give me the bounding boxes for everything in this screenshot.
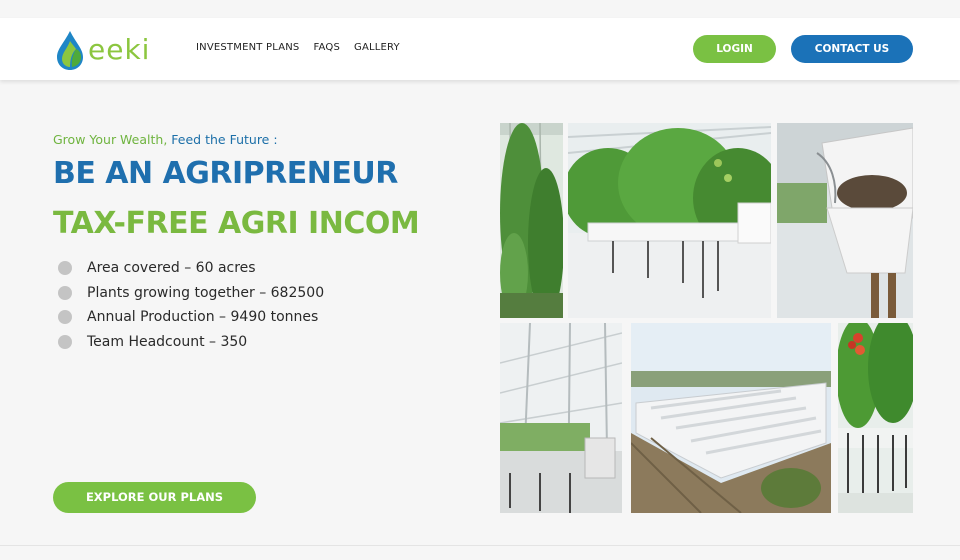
nav-gallery[interactable]: GALLERY [354,42,400,53]
brand-name: eeki [88,32,151,66]
hero-tagline: Grow Your Wealth, Feed the Future : [53,132,278,147]
tagline-part2: Feed the Future : [171,132,278,147]
stats-list: Area covered – 60 acres Plants growing t… [58,256,324,354]
tomato-plants-photo [838,323,913,513]
bullet-dot-icon [58,261,72,276]
bullet-dot-icon [58,285,72,300]
hero-headline-secondary: TAX-FREE AGRI INCOM [53,206,420,241]
page-divider [0,545,960,546]
login-button[interactable]: LOGIN [693,35,776,63]
tagline-part1: Grow Your Wealth, [53,132,172,147]
nav-investment-plans[interactable]: INVESTMENT PLANS [196,42,299,53]
list-item: Annual Production – 9490 tonnes [58,305,324,330]
list-item: Plants growing together – 682500 [58,281,324,306]
bullet-dot-icon [58,334,72,349]
stat-headcount: Team Headcount – 350 [87,333,248,350]
main-nav: INVESTMENT PLANS FAQS GALLERY [196,42,400,53]
stat-production: Annual Production – 9490 tonnes [87,309,319,326]
bullet-dot-icon [58,310,72,325]
hero-headline-primary: BE AN AGRIPRENEUR [53,156,398,191]
nav-faqs[interactable]: FAQS [313,42,340,53]
navbar: eeki INVESTMENT PLANS FAQS GALLERY LOGIN… [0,18,960,80]
brand-logo[interactable]: eeki [54,28,164,72]
hydroponic-pot-photo [777,123,913,318]
list-item: Team Headcount – 350 [58,330,324,355]
tomato-vine-photo [500,123,563,318]
stat-area: Area covered – 60 acres [87,260,256,277]
greenhouse-interior-photo [500,323,622,513]
stat-plants: Plants growing together – 682500 [87,284,325,301]
top-strip [0,0,960,18]
greenhouse-rows-photo [568,123,771,318]
leaf-drop-icon [57,31,83,70]
contact-us-button[interactable]: CONTACT US [791,35,913,63]
list-item: Area covered – 60 acres [58,256,324,281]
greenhouse-aerial-photo [631,323,831,513]
explore-plans-button[interactable]: EXPLORE OUR PLANS [53,482,256,513]
